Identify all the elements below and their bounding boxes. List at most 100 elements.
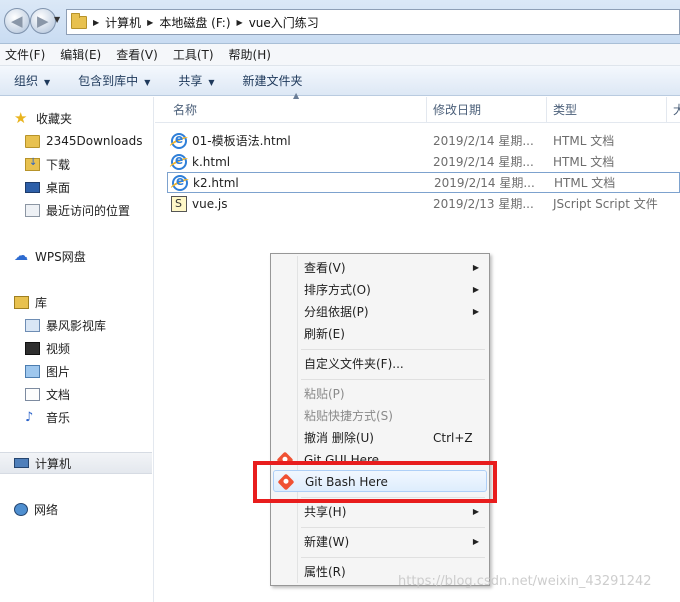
desktop-icon — [25, 181, 40, 193]
sidebar-label: 图片 — [46, 364, 71, 379]
file-name: 01-模板语法.html — [192, 134, 291, 148]
file-type: HTML 文档 — [553, 155, 615, 169]
highlight-box — [253, 461, 497, 503]
navigation-pane: ★收藏夹 2345Downloads 下载 桌面 最近访问的位置 ☁WPS网盘 … — [0, 97, 154, 602]
chevron-right-icon[interactable]: ▶ — [147, 18, 153, 27]
menu-item-new[interactable]: 新建(W) ▶ — [273, 531, 487, 553]
sidebar-label: 下载 — [46, 157, 71, 172]
sidebar-item-pictures[interactable]: 图片 — [0, 360, 152, 382]
forward-arrow-icon: ▶ — [37, 12, 49, 30]
menu-separator — [301, 527, 485, 528]
menu-item-label: 粘贴(P) — [304, 387, 345, 401]
new-folder-button[interactable]: 新建文件夹 — [243, 72, 303, 89]
recent-places-icon — [25, 203, 40, 217]
file-date: 2019/2/14 星期... — [434, 176, 535, 190]
submenu-arrow-icon: ▶ — [472, 263, 479, 272]
watermark: https://blog.csdn.net/weixin_43291242 — [398, 574, 652, 589]
menu-item-paste-shortcut[interactable]: 粘贴快捷方式(S) — [273, 405, 487, 427]
folder-icon — [25, 134, 40, 148]
sidebar-item-favorites[interactable]: ★ 收藏夹 — [0, 107, 152, 129]
sidebar-item-baofeng[interactable]: 暴风影视库 — [0, 314, 152, 336]
ie-html-file-icon — [171, 153, 187, 170]
sidebar-item-documents[interactable]: 文档 — [0, 383, 152, 405]
menu-item-refresh[interactable]: 刷新(E) — [273, 323, 487, 345]
include-in-library-button[interactable]: 包含到库中 ▼ — [78, 72, 150, 89]
video-library-icon — [25, 318, 40, 332]
file-name: k.html — [192, 154, 231, 169]
menu-separator — [301, 379, 485, 380]
sidebar-label: 视频 — [46, 341, 71, 356]
breadcrumb[interactable]: ▶ 计算机 ▶ 本地磁盘 (F:) ▶ vue入门练习 — [66, 9, 680, 35]
menu-view[interactable]: 查看(V) — [116, 46, 158, 63]
sidebar-item-music[interactable]: ♪ 音乐 — [0, 406, 152, 428]
file-date: 2019/2/13 星期... — [433, 197, 534, 211]
network-icon — [14, 502, 28, 516]
computer-icon — [14, 458, 29, 468]
column-name[interactable]: 名称 — [167, 97, 427, 123]
sidebar-item-desktop[interactable]: 桌面 — [0, 176, 152, 198]
sidebar-item-videos[interactable]: 视频 — [0, 337, 152, 359]
forward-button[interactable]: ▶ — [30, 8, 56, 34]
menu-item-label: 共享(H) — [304, 505, 347, 519]
sidebar-item-network[interactable]: 网络 — [0, 498, 152, 520]
sidebar-label: 桌面 — [46, 180, 71, 195]
menu-item-sort[interactable]: 排序方式(O) ▶ — [273, 279, 487, 301]
cloud-icon: ☁ — [14, 247, 28, 264]
column-type[interactable]: 类型 — [547, 97, 667, 123]
column-size[interactable]: 大 — [667, 97, 680, 123]
menu-separator — [301, 557, 485, 558]
sidebar-item-downloads[interactable]: 下载 — [0, 153, 152, 175]
include-label: 包含到库中 — [78, 74, 139, 88]
history-dropdown-icon[interactable]: ▼ — [54, 15, 60, 24]
breadcrumb-drive[interactable]: 本地磁盘 (F:) — [159, 14, 230, 31]
menu-item-group[interactable]: 分组依据(P) ▶ — [273, 301, 487, 323]
sidebar-label: 文档 — [46, 387, 71, 402]
breadcrumb-computer[interactable]: 计算机 — [105, 14, 141, 31]
submenu-arrow-icon: ▶ — [472, 507, 479, 516]
back-arrow-icon: ◀ — [11, 12, 23, 30]
menu-item-label: 撤消 删除(U) — [304, 431, 374, 445]
menu-tools[interactable]: 工具(T) — [173, 46, 214, 63]
menu-item-view[interactable]: 查看(V) ▶ — [273, 257, 487, 279]
menu-separator — [301, 349, 485, 350]
command-bar: 组织 ▼ 包含到库中 ▼ 共享 ▼ 新建文件夹 — [0, 66, 680, 96]
sidebar-item-recent[interactable]: 最近访问的位置 — [0, 199, 152, 221]
menu-item-label: 自定义文件夹(F)... — [304, 357, 404, 371]
sidebar-label: 最近访问的位置 — [46, 203, 131, 218]
sidebar-label: WPS网盘 — [35, 249, 86, 264]
film-icon — [25, 341, 40, 355]
library-icon — [14, 295, 29, 309]
menu-item-share[interactable]: 共享(H) ▶ — [273, 501, 487, 523]
column-header: ▲ 名称 修改日期 类型 大 — [155, 91, 680, 123]
share-button[interactable]: 共享 ▼ — [178, 72, 214, 89]
sidebar-label: 暴风影视库 — [46, 318, 107, 333]
file-row[interactable]: vue.js 2019/2/13 星期... JScript Script 文件 — [167, 193, 680, 214]
menu-item-customize[interactable]: 自定义文件夹(F)... — [273, 353, 487, 375]
menu-item-paste[interactable]: 粘贴(P) — [273, 383, 487, 405]
file-row[interactable]: 01-模板语法.html 2019/2/14 星期... HTML 文档 — [167, 130, 680, 151]
menu-help[interactable]: 帮助(H) — [229, 46, 271, 63]
sidebar-item-wps[interactable]: ☁ WPS网盘 — [0, 245, 152, 267]
sidebar-item-library[interactable]: 库 — [0, 291, 152, 313]
menu-file[interactable]: 文件(F) — [5, 46, 45, 63]
menu-item-undo-delete[interactable]: 撤消 删除(U) Ctrl+Z — [273, 427, 487, 449]
music-note-icon: ♪ — [25, 409, 34, 425]
sidebar-item-computer[interactable]: 计算机 — [0, 452, 152, 474]
sidebar-item-2345downloads[interactable]: 2345Downloads — [0, 130, 152, 152]
back-button[interactable]: ◀ — [4, 8, 30, 34]
submenu-arrow-icon: ▶ — [472, 307, 479, 316]
file-type: JScript Script 文件 — [553, 197, 658, 211]
file-date: 2019/2/14 星期... — [433, 134, 534, 148]
file-row-focused[interactable]: k2.html 2019/2/14 星期... HTML 文档 — [167, 172, 680, 193]
folder-icon — [71, 12, 87, 29]
file-row[interactable]: k.html 2019/2/14 星期... HTML 文档 — [167, 151, 680, 172]
chevron-right-icon[interactable]: ▶ — [93, 18, 99, 27]
sidebar-label: 库 — [35, 295, 48, 310]
context-menu: 查看(V) ▶ 排序方式(O) ▶ 分组依据(P) ▶ 刷新(E) 自定义文件夹(F)… — [270, 253, 490, 586]
column-date[interactable]: 修改日期 — [427, 97, 547, 123]
organize-button[interactable]: 组织 ▼ — [14, 72, 50, 89]
menu-item-label: 排序方式(O) — [304, 283, 371, 297]
chevron-right-icon[interactable]: ▶ — [237, 18, 243, 27]
menu-edit[interactable]: 编辑(E) — [60, 46, 101, 63]
breadcrumb-folder[interactable]: vue入门练习 — [249, 14, 319, 31]
